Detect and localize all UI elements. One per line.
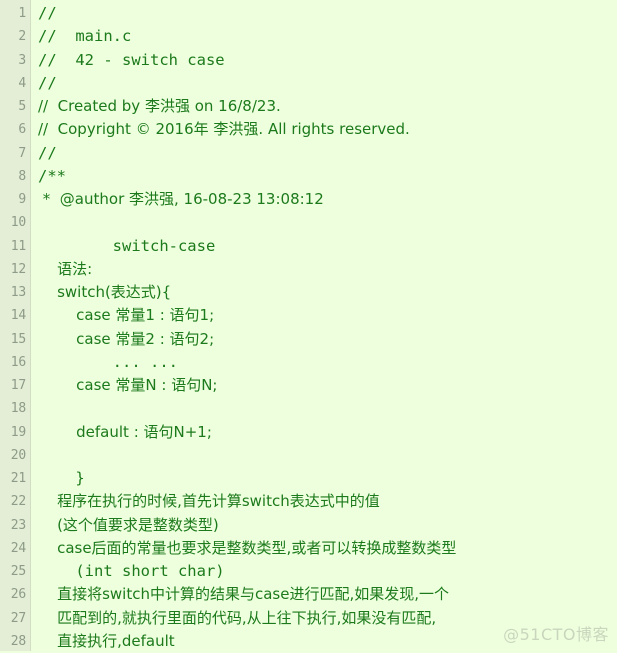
code-line[interactable]: (int short char)	[38, 560, 617, 583]
code-line[interactable]: 匹配到的,就执行里面的代码,从上往下执行,如果没有匹配,	[38, 607, 617, 630]
code-line[interactable]: 直接执行,default	[38, 630, 617, 651]
line-number: 25	[10, 564, 26, 579]
code-line[interactable]: case 常量1 : 语句1;	[38, 304, 617, 327]
line-number: 19	[10, 424, 26, 440]
line-number: 9	[18, 192, 26, 207]
line-number: 22	[10, 494, 26, 510]
line-number: 2	[18, 29, 26, 45]
code-line[interactable]: 直接将switch中计算的结果与case进行匹配,如果发现,一个	[38, 583, 617, 606]
line-number: 17	[10, 378, 26, 393]
line-number: 27	[10, 610, 26, 626]
line-number: 13	[10, 285, 26, 300]
line-number: 16	[10, 354, 26, 370]
code-line[interactable]: //	[38, 2, 617, 25]
line-number: 24	[10, 540, 26, 556]
line-number: 14	[10, 308, 26, 324]
line-number: 6	[18, 122, 26, 138]
code-line[interactable]: case 常量N : 语句N;	[38, 374, 617, 397]
line-number: 23	[10, 517, 26, 533]
line-number: 15	[10, 331, 26, 347]
code-line[interactable]: 语法:	[38, 258, 617, 281]
line-number: 28	[10, 633, 26, 649]
line-number: 8	[18, 168, 26, 184]
line-number: 20	[10, 447, 26, 463]
code-line[interactable]: 程序在执行的时候,首先计算switch表达式中的值	[38, 490, 617, 513]
line-number: 3	[18, 52, 26, 68]
line-number: 12	[10, 261, 26, 277]
code-line[interactable]: // Copyright © 2016年 李洪强. All rights res…	[38, 118, 617, 141]
line-number: 1	[18, 6, 26, 21]
code-line[interactable]: // Created by 李洪强 on 16/8/23.	[38, 95, 617, 118]
code-line[interactable]	[38, 444, 617, 467]
code-line[interactable]: case 常量2 : 语句2;	[38, 328, 617, 351]
code-line[interactable]: case后面的常量也要求是整数类型,或者可以转换成整数类型	[38, 537, 617, 560]
code-content-area[interactable]: //// main.c// 42 - switch case//// Creat…	[31, 0, 617, 651]
code-line[interactable]: default : 语句N+1;	[38, 421, 617, 444]
code-line[interactable]: }	[38, 467, 617, 490]
code-line[interactable]	[38, 211, 617, 234]
line-number: 5	[18, 99, 26, 114]
code-line[interactable]: switch(表达式){	[38, 281, 617, 304]
code-line[interactable]	[38, 397, 617, 420]
code-line[interactable]: * @author 李洪强, 16-08-23 13:08:12	[38, 188, 617, 211]
code-line[interactable]: //	[38, 142, 617, 165]
line-number: 21	[10, 471, 26, 486]
line-number: 18	[10, 401, 26, 417]
line-number-gutter: 1 2 3 4 5 6 7 8 9 10 11 12 13 14 15 16 17 18 19 20 21 22 23 24 2…	[0, 0, 31, 651]
code-line[interactable]: //	[38, 72, 617, 95]
code-line[interactable]: ... ...	[38, 351, 617, 374]
line-number: 4	[18, 75, 26, 91]
code-line[interactable]: // 42 - switch case	[38, 49, 617, 72]
code-line[interactable]: switch-case	[38, 235, 617, 258]
line-number: 10	[10, 215, 26, 231]
code-line[interactable]: /**	[38, 165, 617, 188]
line-number: 11	[10, 238, 26, 254]
code-line[interactable]: // main.c	[38, 25, 617, 48]
line-number: 26	[10, 587, 26, 603]
line-number: 7	[18, 145, 26, 161]
code-line[interactable]: (这个值要求是整数类型)	[38, 514, 617, 537]
code-viewer: 1 2 3 4 5 6 7 8 9 10 11 12 13 14 15 16 17 18 19 20 21 22 23 24 2…	[0, 0, 617, 651]
